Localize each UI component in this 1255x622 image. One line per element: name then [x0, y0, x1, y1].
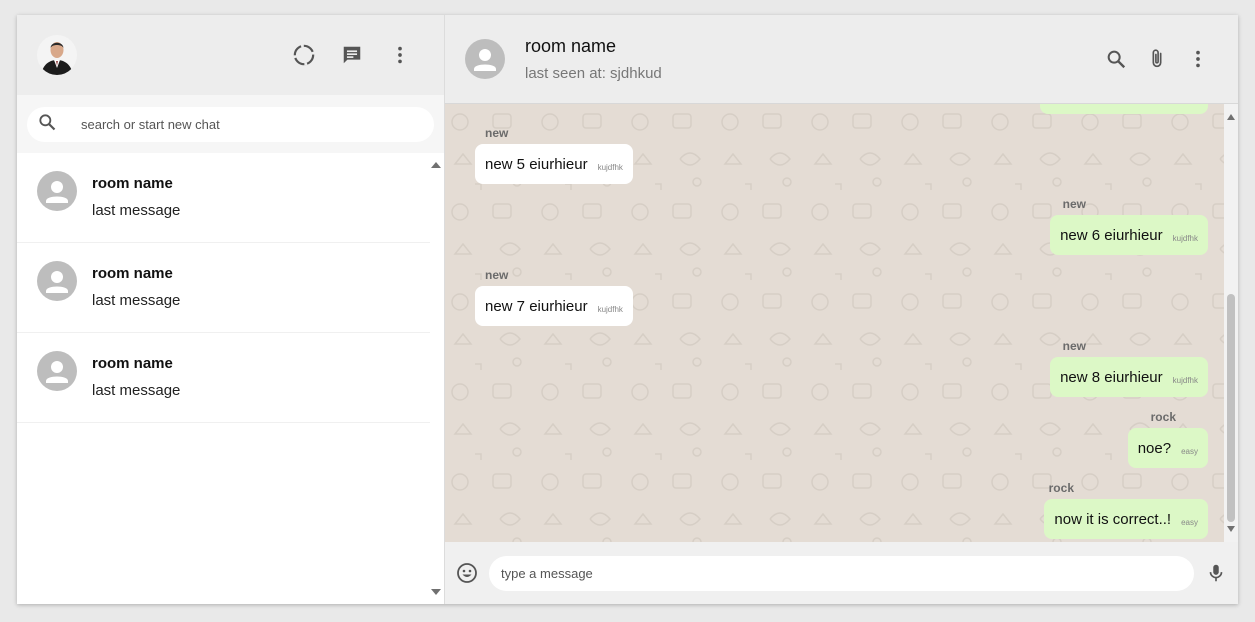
message-text: new 8 eiurhieur — [1060, 368, 1163, 386]
message-text: now it is correct..! — [1054, 510, 1172, 528]
chat-header: room name last seen at: sjdhkud — [445, 15, 1238, 104]
avatar-placeholder-icon — [37, 261, 77, 301]
message-sender: new — [1062, 339, 1086, 353]
message-text: new 5 eiurhieur — [485, 155, 588, 173]
search-icon[interactable] — [1104, 47, 1128, 71]
chat-list-item[interactable]: room name last message — [17, 333, 430, 423]
chat-panel: room name last seen at: sjdhkud new new … — [445, 15, 1238, 604]
message-input[interactable] — [499, 564, 1184, 582]
chat-list-item[interactable]: room name last message — [17, 153, 430, 243]
new-chat-icon[interactable] — [340, 43, 364, 67]
message-text: noe? — [1137, 439, 1172, 457]
search-box — [27, 106, 434, 142]
status-icon[interactable] — [292, 43, 316, 67]
message-scrollbar[interactable] — [1224, 104, 1238, 542]
app-window: room name last message room name last me… — [17, 15, 1238, 604]
message-sender: new — [485, 268, 509, 282]
last-seen-status: last seen at: sjdhkud — [525, 65, 662, 82]
message-text: new 7 eiurhieur — [485, 297, 588, 315]
scroll-down-arrow-icon[interactable] — [1227, 526, 1235, 532]
message-text: new 6 eiurhieur — [1060, 226, 1163, 244]
message-list: new new 5 eiurhieur kujdfhk new new 6 ei… — [445, 104, 1224, 542]
message-bubble: noe? easy — [1127, 428, 1208, 468]
message-time: kujdfhk — [597, 304, 623, 314]
attach-icon[interactable] — [1145, 47, 1169, 71]
message-bubble: new 6 eiurhieur kujdfhk — [1050, 215, 1208, 255]
chat-list: room name last message room name last me… — [17, 153, 444, 604]
message-bubble: new 8 eiurhieur kujdfhk — [1050, 357, 1208, 397]
more-vert-icon[interactable] — [388, 43, 412, 67]
message-area: new new 5 eiurhieur kujdfhk new new 6 ei… — [445, 104, 1238, 542]
search-input[interactable] — [79, 115, 424, 133]
chat-list-item[interactable]: room name last message — [17, 243, 430, 333]
chat-name: room name — [92, 355, 173, 372]
avatar-placeholder-icon — [37, 171, 77, 211]
chat-last-message: last message — [92, 292, 181, 309]
message-time: easy — [1181, 517, 1198, 527]
message-sender: rock — [1048, 481, 1074, 495]
sidebar: room name last message room name last me… — [17, 15, 445, 604]
chat-last-message: last message — [92, 382, 181, 399]
sidebar-header — [17, 15, 444, 95]
sidebar-search-bar — [17, 95, 444, 153]
message-bubble: now it is correct..! easy — [1044, 499, 1208, 539]
emoji-icon[interactable] — [455, 561, 479, 585]
chat-last-message: last message — [92, 202, 181, 219]
more-vert-icon[interactable] — [1186, 47, 1210, 71]
avatar-placeholder-icon — [37, 351, 77, 391]
message-input-box — [489, 555, 1194, 591]
message-time: easy — [1181, 446, 1198, 456]
message-sender: new — [485, 126, 509, 140]
composer — [445, 542, 1238, 604]
room-avatar-icon[interactable] — [465, 39, 505, 79]
scroll-thumb[interactable] — [1227, 294, 1235, 522]
message-time: kujdfhk — [1172, 375, 1198, 385]
scroll-up-arrow-icon[interactable] — [431, 162, 441, 168]
room-title: room name — [525, 36, 617, 56]
message-sender: rock — [1150, 410, 1176, 424]
message-sender: new — [1062, 197, 1086, 211]
scroll-up-arrow-icon[interactable] — [1227, 114, 1235, 120]
scroll-down-arrow-icon[interactable] — [431, 589, 441, 595]
microphone-icon[interactable] — [1204, 561, 1228, 585]
chat-name: room name — [92, 175, 173, 192]
search-icon[interactable] — [37, 112, 57, 137]
message-time: kujdfhk — [597, 162, 623, 172]
message-time: kujdfhk — [1172, 233, 1198, 243]
message-bubble: new 5 eiurhieur kujdfhk — [475, 144, 633, 184]
message-bubble: new 7 eiurhieur kujdfhk — [475, 286, 633, 326]
message-bubble-partial — [1040, 104, 1208, 114]
user-avatar[interactable] — [37, 35, 77, 75]
chat-name: room name — [92, 265, 173, 282]
